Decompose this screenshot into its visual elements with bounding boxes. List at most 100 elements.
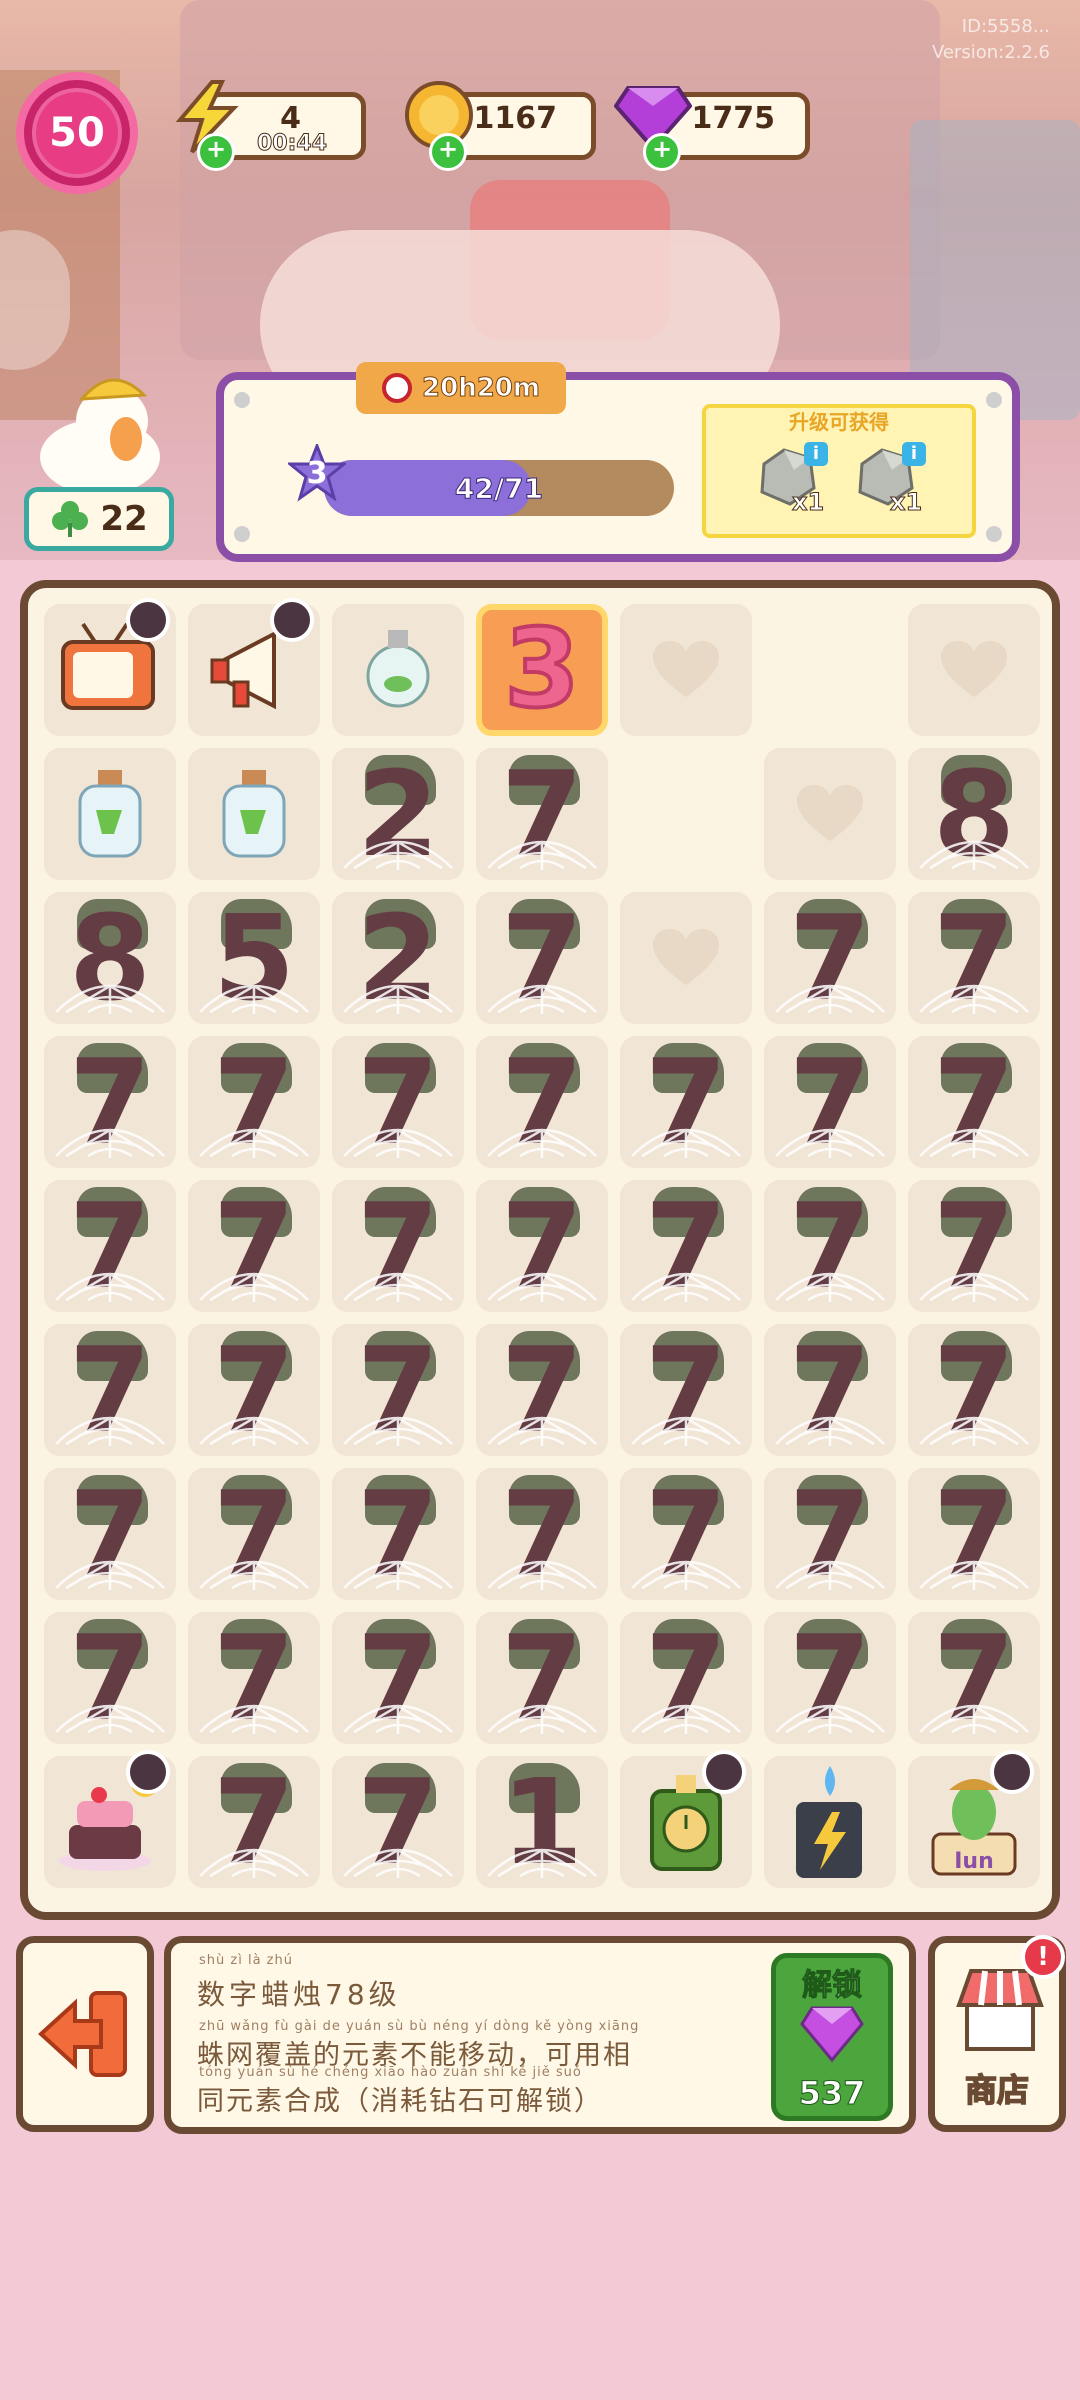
spiderweb-icon (631, 1272, 741, 1302)
event-panel[interactable]: 20h20m 42/71 3 升级可获得 i x1 i x1 (216, 362, 1020, 562)
webbed-candle-7[interactable]: 7 (332, 1468, 464, 1600)
webbed-candle-7[interactable]: 7 (476, 1468, 608, 1600)
heart-placeholder-icon (653, 929, 719, 985)
webbed-candle-7[interactable]: 7 (764, 1180, 896, 1312)
tv-generator[interactable] (44, 598, 176, 736)
webbed-candle-7[interactable]: 7 (188, 1180, 320, 1312)
spiderweb-icon (199, 1848, 309, 1878)
webbed-candle-7[interactable]: 7 (476, 892, 608, 1024)
empty-heart-cell[interactable] (764, 748, 896, 880)
lightbulb-item[interactable] (332, 604, 464, 736)
gem-counter[interactable]: 1775 + (614, 86, 810, 171)
webbed-candle-7[interactable]: 7 (188, 1756, 320, 1888)
duck-mascot[interactable] (30, 365, 170, 495)
spiderweb-icon (55, 1704, 165, 1734)
webbed-candle-7[interactable]: 7 (764, 1324, 896, 1456)
add-energy-button[interactable]: + (197, 133, 235, 171)
spiderweb-icon (343, 1704, 453, 1734)
webbed-candle-7[interactable]: 7 (332, 1756, 464, 1888)
reward-info-button[interactable]: i (902, 442, 926, 466)
empty-cell[interactable] (764, 604, 896, 736)
webbed-candle-7[interactable]: 7 (188, 1036, 320, 1168)
webbed-candle-2[interactable]: 2 (332, 748, 464, 880)
plant-generator[interactable]: Iun (908, 1750, 1040, 1888)
webbed-candle-7[interactable]: 7 (476, 1180, 608, 1312)
webbed-candle-7[interactable]: 7 (188, 1468, 320, 1600)
unlock-cost: 537 (798, 2074, 866, 2113)
empty-heart-cell[interactable] (908, 604, 1040, 736)
clover-counter[interactable]: 22 (24, 487, 174, 551)
timer-badge-icon (270, 598, 314, 642)
potion-bottle[interactable] (44, 748, 176, 880)
webbed-candle-7[interactable]: 7 (620, 1036, 752, 1168)
webbed-candle-7[interactable]: 7 (620, 1324, 752, 1456)
add-gems-button[interactable]: + (643, 133, 681, 171)
spiderweb-icon (919, 840, 1029, 870)
spiderweb-icon (199, 1128, 309, 1158)
webbed-candle-7[interactable]: 7 (44, 1180, 176, 1312)
webbed-candle-1[interactable]: 1 (476, 1756, 608, 1888)
timer-badge-icon (126, 1750, 170, 1794)
spiderweb-icon (487, 984, 597, 1014)
reward-info-button[interactable]: i (804, 442, 828, 466)
exit-button[interactable] (16, 1936, 154, 2132)
upgrade-reward-box[interactable]: 升级可获得 i x1 i x1 (702, 404, 976, 538)
spiderweb-icon (631, 1128, 741, 1158)
webbed-candle-7[interactable]: 7 (188, 1612, 320, 1744)
unlock-button[interactable]: 解锁 537 (771, 1953, 893, 2121)
webbed-candle-7[interactable]: 7 (620, 1180, 752, 1312)
webbed-candle-7[interactable]: 7 (908, 1036, 1040, 1168)
empty-heart-cell[interactable] (620, 892, 752, 1024)
empty-cell[interactable] (620, 748, 752, 880)
clock-generator[interactable] (620, 1750, 752, 1888)
spiderweb-icon (199, 984, 309, 1014)
shop-button[interactable]: ! 商店 (928, 1935, 1066, 2132)
webbed-candle-7[interactable]: 7 (476, 748, 608, 880)
webbed-candle-7[interactable]: 7 (764, 1468, 896, 1600)
player-level-badge[interactable]: 50 (16, 72, 138, 194)
webbed-candle-7[interactable]: 7 (908, 892, 1040, 1024)
webbed-candle-7[interactable]: 7 (620, 1612, 752, 1744)
webbed-candle-7[interactable]: 7 (764, 892, 896, 1024)
webbed-candle-7[interactable]: 7 (332, 1612, 464, 1744)
energy-counter[interactable]: 4 00:44 + (175, 80, 366, 171)
selected-candle-3[interactable]: 3 (476, 604, 608, 736)
empty-heart-cell[interactable] (620, 604, 752, 736)
webbed-candle-7[interactable]: 7 (332, 1036, 464, 1168)
webbed-candle-7[interactable]: 7 (908, 1180, 1040, 1312)
webbed-candle-7[interactable]: 7 (476, 1324, 608, 1456)
spiderweb-icon (487, 1848, 597, 1878)
cake-generator[interactable]: ! (44, 1750, 176, 1888)
spiderweb-icon (55, 1128, 165, 1158)
spiderweb-icon (343, 1272, 453, 1302)
webbed-candle-7[interactable]: 7 (332, 1180, 464, 1312)
add-coins-button[interactable]: + (429, 133, 467, 171)
webbed-candle-2[interactable]: 2 (332, 892, 464, 1024)
webbed-candle-7[interactable]: 7 (188, 1324, 320, 1456)
coin-counter[interactable]: 1167 + (405, 81, 596, 171)
spiderweb-icon (775, 1128, 885, 1158)
webbed-candle-7[interactable]: 7 (44, 1468, 176, 1600)
webbed-candle-7[interactable]: 7 (476, 1612, 608, 1744)
spiderweb-icon (631, 1704, 741, 1734)
megaphone-generator[interactable] (188, 598, 320, 736)
potion-bottle[interactable] (188, 748, 320, 880)
reward-label: 升级可获得 (789, 410, 889, 434)
webbed-candle-7[interactable]: 7 (764, 1612, 896, 1744)
webbed-candle-7[interactable]: 7 (476, 1036, 608, 1168)
webbed-candle-7[interactable]: 7 (44, 1612, 176, 1744)
webbed-candle-7[interactable]: 7 (764, 1036, 896, 1168)
energy-battery[interactable] (764, 1756, 896, 1888)
webbed-candle-7[interactable]: 7 (332, 1324, 464, 1456)
webbed-candle-7[interactable]: 7 (44, 1036, 176, 1168)
webbed-candle-7[interactable]: 7 (908, 1468, 1040, 1600)
webbed-candle-5[interactable]: 5 (188, 892, 320, 1024)
webbed-candle-7[interactable]: 7 (908, 1612, 1040, 1744)
clock-icon (382, 373, 413, 403)
webbed-candle-7[interactable]: 7 (908, 1324, 1040, 1456)
webbed-candle-8[interactable]: 8 (908, 748, 1040, 880)
webbed-candle-7[interactable]: 7 (44, 1324, 176, 1456)
board-grid: 3278852777777777777777777777777777777777… (44, 598, 1040, 1888)
webbed-candle-7[interactable]: 7 (620, 1468, 752, 1600)
webbed-candle-8[interactable]: 8 (44, 892, 176, 1024)
